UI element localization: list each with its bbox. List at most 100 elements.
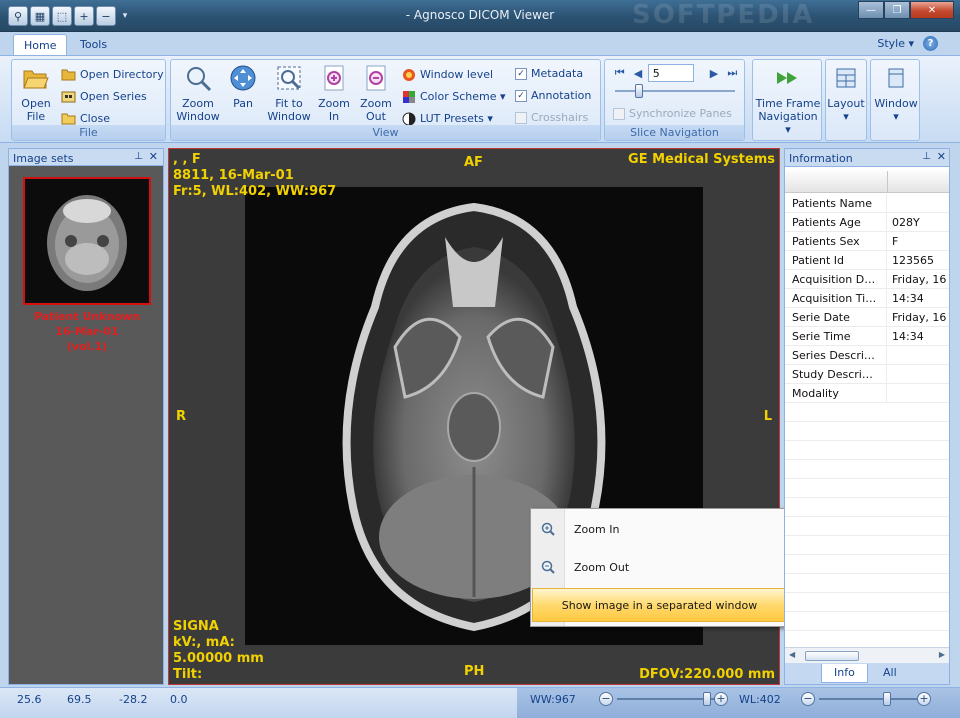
maximize-button[interactable]: ❐ (884, 1, 910, 19)
tab-home[interactable]: Home (13, 34, 68, 56)
fit-to-window-button[interactable]: Fit to Window (265, 63, 313, 123)
property-row[interactable]: Acquisition Time 14:34 (785, 289, 949, 308)
close-panel-icon[interactable]: ✕ (149, 150, 158, 163)
pan-button[interactable]: Pan (221, 63, 265, 110)
next-slice-icon[interactable]: ▶ (706, 67, 721, 80)
slice-slider-thumb[interactable] (635, 84, 643, 98)
property-row[interactable]: Serie Time 14:34 (785, 327, 949, 346)
unchecked-box-icon (613, 107, 625, 120)
style-menu[interactable]: Style ▾ (877, 37, 914, 50)
empty-property-row (785, 403, 949, 422)
empty-property-row (785, 536, 949, 555)
scroll-right-icon[interactable]: ▶ (939, 650, 945, 659)
property-row[interactable]: Modality (785, 384, 949, 403)
wl-increase-icon[interactable]: + (917, 692, 931, 706)
metadata-checkbox[interactable]: ✓ Metadata (515, 67, 583, 80)
time-frame-navigation-button[interactable]: Time Frame Navigation ▾ (755, 63, 821, 136)
context-zoom-out[interactable]: Zoom Out (531, 551, 788, 583)
group-window: Window ▾ (870, 59, 920, 141)
property-row[interactable]: Patient Id 123565 (785, 251, 949, 270)
last-slice-icon[interactable]: ⏭ (724, 66, 741, 80)
pin-icon[interactable]: ⊥ (134, 151, 143, 162)
series-date-label: 16-Mar-01 (55, 325, 119, 338)
status-bar: 25.6 69.5 -28.2 0.0 WW:967 − + WL:402 − … (0, 687, 960, 718)
zoom-window-button[interactable]: Zoom Window (173, 63, 223, 123)
status-wl-label: WL:402 (739, 693, 781, 706)
pin-icon[interactable]: ⊥ (922, 151, 931, 162)
slice-number-input[interactable]: 5 (647, 64, 695, 82)
minimize-button[interactable]: — (858, 1, 884, 19)
close-panel-icon[interactable]: ✕ (937, 150, 946, 163)
property-row[interactable]: Series Descripti... (785, 346, 949, 365)
color-scheme-button[interactable]: Color Scheme ▾ (401, 89, 506, 104)
group-label-slice-navigation: Slice Navigation (605, 125, 744, 140)
ww-slider-track[interactable] (617, 698, 717, 700)
property-value (888, 194, 949, 213)
property-key: Patients Sex (785, 232, 887, 251)
information-title: Information (789, 152, 853, 165)
wl-decrease-icon[interactable]: − (801, 692, 815, 706)
property-key: Patients Age (785, 213, 887, 232)
open-series-button[interactable]: Open Series (61, 89, 147, 104)
empty-property-row (785, 460, 949, 479)
horizontal-scrollbar[interactable]: ◀ ▶ (785, 647, 949, 663)
empty-property-row (785, 498, 949, 517)
close-file-button[interactable]: Close (61, 111, 110, 126)
folder-open-icon (21, 63, 51, 93)
scroll-left-icon[interactable]: ◀ (789, 650, 795, 659)
fast-forward-icon (773, 63, 803, 93)
wl-slider-thumb[interactable] (883, 692, 891, 706)
information-panel: Information ⊥ ✕ Patients Name Patients Ag… (784, 148, 950, 685)
status-y-coordinate: 69.5 (67, 693, 92, 706)
information-header: Information ⊥ ✕ (785, 149, 949, 167)
tab-info[interactable]: Info (821, 664, 868, 683)
zoom-in-button[interactable]: Zoom In (313, 63, 355, 123)
context-zoom-in[interactable]: Zoom In (531, 513, 788, 545)
group-label-view: View (171, 125, 600, 140)
property-value: F (892, 235, 899, 248)
property-value: Friday, 16 M (892, 273, 949, 286)
property-value: 14:34 (892, 292, 924, 305)
status-x-coordinate: 25.6 (17, 693, 42, 706)
property-value (888, 365, 949, 384)
overlay-model: SIGNA (173, 619, 219, 634)
series-thumbnail[interactable] (23, 177, 151, 305)
contrast-icon (401, 111, 416, 126)
folder-icon (61, 67, 76, 82)
help-icon[interactable]: ? (923, 36, 938, 51)
open-directory-button[interactable]: Open Directory (61, 67, 164, 82)
property-row[interactable]: Acquisition Date Friday, 16 M (785, 270, 949, 289)
slice-slider-track[interactable] (615, 90, 735, 92)
first-slice-icon[interactable]: ⏮ (611, 66, 628, 80)
crosshairs-checkbox[interactable]: Crosshairs (515, 111, 588, 124)
zoom-out-button[interactable]: Zoom Out (355, 63, 397, 123)
synchronize-panes-checkbox[interactable]: Synchronize Panes (613, 107, 732, 120)
tab-all[interactable]: All (871, 664, 909, 683)
group-layout: Layout ▾ (825, 59, 867, 141)
tab-tools[interactable]: Tools (70, 34, 117, 56)
wl-slider-track[interactable] (819, 698, 919, 700)
previous-slice-icon[interactable]: ◀ (630, 67, 645, 80)
ww-slider-thumb[interactable] (703, 692, 711, 706)
layout-button[interactable]: Layout ▾ (826, 63, 866, 123)
close-window-button[interactable]: ✕ (910, 1, 954, 19)
ww-increase-icon[interactable]: + (714, 692, 728, 706)
property-row[interactable]: Study Descripti... (785, 365, 949, 384)
property-row[interactable]: Serie Date Friday, 16 M (785, 308, 949, 327)
context-show-separate-window[interactable]: Show image in a separated window (532, 588, 787, 622)
volume-label: (vol.1) (66, 340, 108, 353)
property-row[interactable]: Patients Name (785, 194, 949, 213)
palette-icon (401, 89, 416, 104)
window-button[interactable]: Window ▾ (873, 63, 919, 123)
property-row[interactable]: Patients Age 028Y (785, 213, 949, 232)
scrollbar-thumb[interactable] (805, 651, 859, 661)
property-row[interactable]: Patients Sex F (785, 232, 949, 251)
lut-presets-button[interactable]: LUT Presets ▾ (401, 111, 493, 126)
open-file-button[interactable]: Open File (14, 63, 58, 123)
ww-decrease-icon[interactable]: − (599, 692, 613, 706)
window-level-button[interactable]: Window level (401, 67, 493, 82)
window-title: - Agnosco DICOM Viewer (405, 8, 555, 22)
property-key: Series Descripti... (785, 346, 887, 365)
annotation-checkbox[interactable]: ✓ Annotation (515, 89, 591, 102)
empty-property-row (785, 574, 949, 593)
